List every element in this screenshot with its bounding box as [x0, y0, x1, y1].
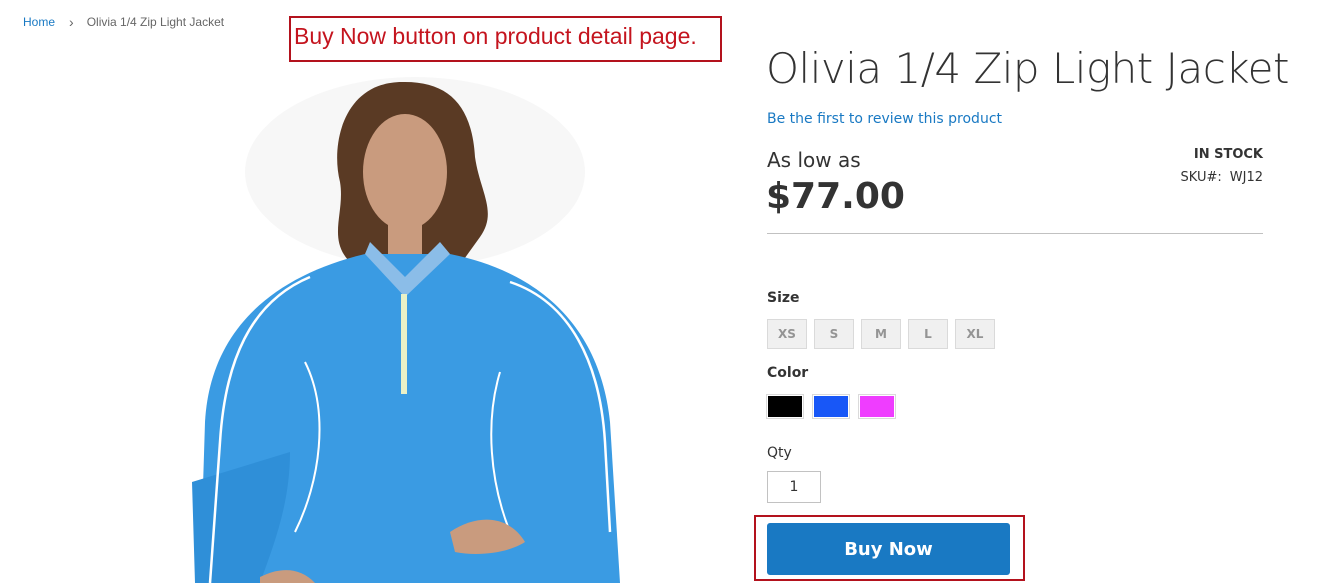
- size-option-xs[interactable]: XS: [767, 319, 807, 349]
- product-price: $77.00: [766, 176, 905, 217]
- sku-label: SKU#:: [1180, 170, 1222, 185]
- color-swatch-purple[interactable]: [858, 394, 896, 419]
- sku-value: WJ12: [1229, 170, 1263, 185]
- size-option-xl[interactable]: XL: [955, 319, 995, 349]
- product-title: Olivia 1/4 Zip Light Jacket: [766, 44, 1289, 93]
- size-label: Size: [767, 290, 800, 306]
- size-option-s[interactable]: S: [814, 319, 854, 349]
- qty-label: Qty: [767, 445, 792, 461]
- divider: [767, 233, 1263, 234]
- breadcrumb-home-link[interactable]: Home: [23, 15, 55, 29]
- review-link[interactable]: Be the first to review this product: [767, 111, 1002, 127]
- product-sku: SKU#: WJ12: [1181, 170, 1263, 185]
- jacket-model-photo: [192, 77, 620, 583]
- breadcrumb: Home › Olivia 1/4 Zip Light Jacket: [23, 15, 224, 29]
- size-option-m[interactable]: M: [861, 319, 901, 349]
- color-swatch-black[interactable]: [766, 394, 804, 419]
- color-options: [766, 394, 896, 419]
- color-swatch-blue[interactable]: [812, 394, 850, 419]
- size-options: XS S M L XL: [767, 319, 995, 349]
- qty-input[interactable]: [767, 471, 821, 503]
- breadcrumb-current: Olivia 1/4 Zip Light Jacket: [86, 15, 225, 29]
- size-option-l[interactable]: L: [908, 319, 948, 349]
- stock-status: IN STOCK: [1193, 147, 1263, 162]
- buy-now-button[interactable]: Buy Now: [767, 523, 1010, 575]
- color-label: Color: [767, 365, 809, 381]
- chevron-right-icon: ›: [69, 14, 74, 30]
- price-prefix: As low as: [767, 148, 861, 172]
- product-image[interactable]: [180, 62, 630, 583]
- annotation-callout: Buy Now button on product detail page.: [289, 16, 722, 62]
